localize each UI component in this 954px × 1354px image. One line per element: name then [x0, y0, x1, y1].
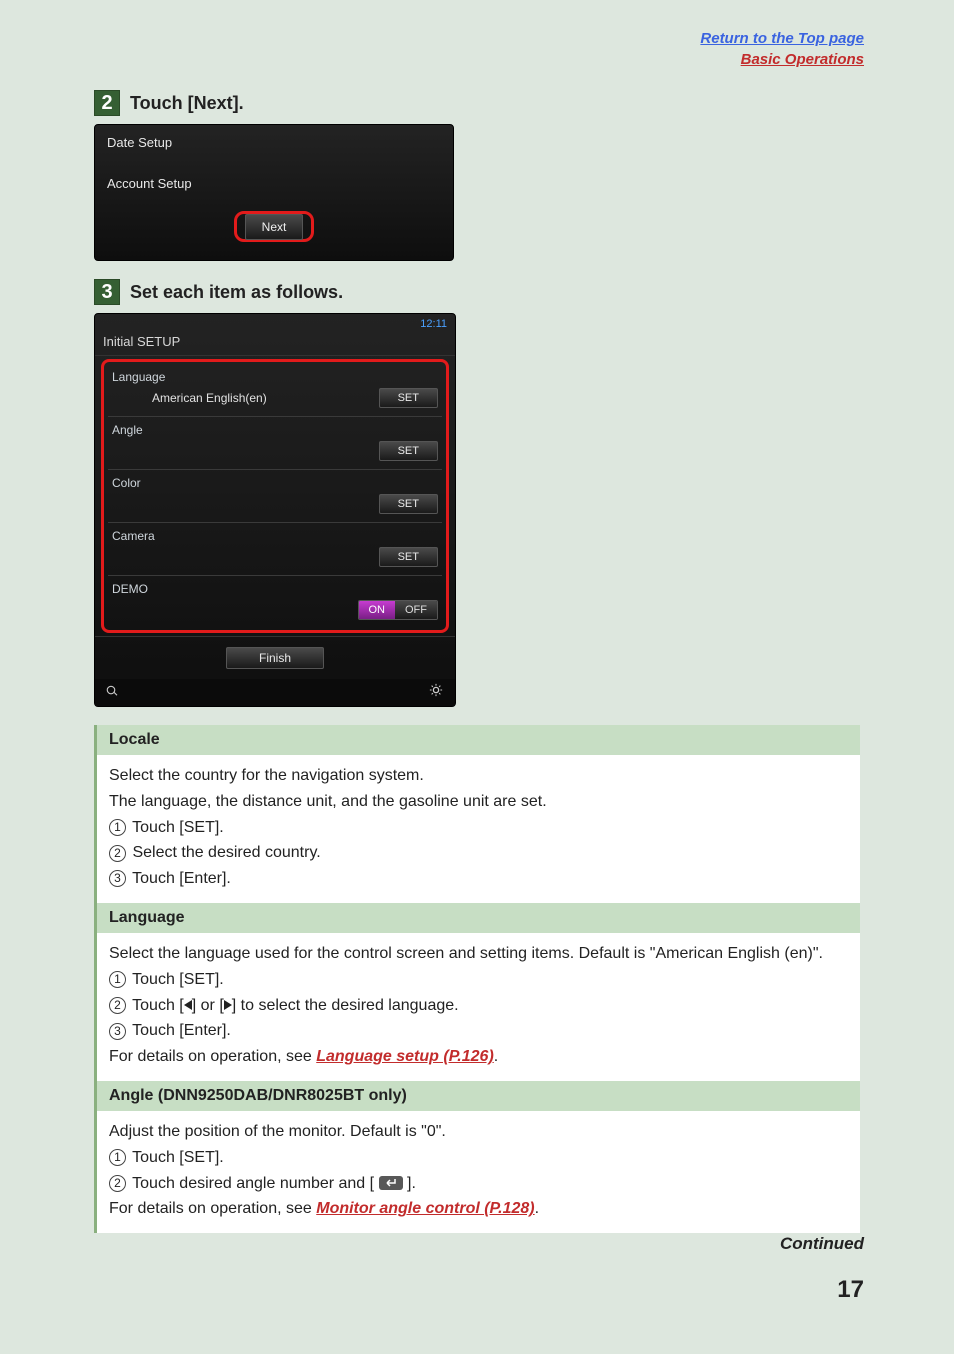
locale-line-1: Select the country for the navigation sy… — [109, 764, 848, 789]
list-item: Camera SET — [108, 522, 442, 571]
language-line-1: Select the language used for the control… — [109, 942, 848, 967]
step-3-number: 3 — [94, 279, 120, 305]
finish-button[interactable]: Finish — [226, 647, 324, 669]
list-item: DEMO ON OFF — [108, 575, 442, 624]
item-label-demo: DEMO — [108, 580, 442, 598]
language-details: For details on operation, see Language s… — [109, 1045, 848, 1070]
item-label-angle: Angle — [108, 421, 442, 439]
screenshot-step-3: 12:11 Initial SETUP Language American En… — [94, 313, 456, 707]
step-3-text: Set each item as follows. — [130, 282, 343, 303]
step-3-heading: 3 Set each item as follows. — [94, 279, 860, 305]
left-arrow-icon — [184, 1000, 192, 1010]
shot1-date-setup-label: Date Setup — [107, 135, 441, 150]
next-button[interactable]: Next — [245, 214, 304, 240]
list-item: Language American English(en) SET — [108, 364, 442, 412]
list-item: Angle SET — [108, 416, 442, 465]
return-top-link[interactable]: Return to the Top page — [700, 30, 864, 47]
locale-step-1: 1 Touch [SET]. — [109, 816, 848, 841]
demo-toggle[interactable]: ON OFF — [358, 600, 439, 620]
basic-operations-link[interactable]: Basic Operations — [741, 51, 864, 68]
continued-label: Continued — [0, 1234, 954, 1254]
magnifier-icon — [105, 683, 123, 700]
angle-header: Angle (DNN9250DAB/DNR8025BT only) — [97, 1081, 860, 1111]
monitor-angle-link[interactable]: Monitor angle control (P.128) — [316, 1200, 534, 1217]
set-button-angle[interactable]: SET — [379, 441, 438, 461]
item-label-language: Language — [108, 368, 442, 386]
demo-off-option[interactable]: OFF — [395, 601, 437, 619]
screenshot-step-2: Date Setup Account Setup Next — [94, 124, 454, 261]
highlight-next-outline: Next — [234, 211, 315, 242]
shot2-title: Initial SETUP — [95, 332, 455, 356]
demo-on-option[interactable]: ON — [359, 601, 396, 619]
locale-step-2: 2 Select the desired country. — [109, 841, 848, 866]
language-step-1: 1 Touch [SET]. — [109, 968, 848, 993]
step-2-heading: 2 Touch [Next]. — [94, 90, 860, 116]
angle-step-2: 2 Touch desired angle number and [ ]. — [109, 1172, 848, 1197]
angle-step-1: 1 Touch [SET]. — [109, 1146, 848, 1171]
item-label-camera: Camera — [108, 527, 442, 545]
language-step-2: 2 Touch [] or [] to select the desired l… — [109, 994, 848, 1019]
list-item: Color SET — [108, 469, 442, 518]
angle-line-1: Adjust the position of the monitor. Defa… — [109, 1120, 848, 1145]
shot1-account-setup-label: Account Setup — [107, 176, 441, 191]
locale-step-3: 3 Touch [Enter]. — [109, 867, 848, 892]
step-2-text: Touch [Next]. — [130, 93, 244, 114]
step-2-number: 2 — [94, 90, 120, 116]
locale-header: Locale — [97, 725, 860, 755]
language-setup-link[interactable]: Language setup (P.126) — [316, 1048, 494, 1065]
top-links: Return to the Top page Basic Operations — [0, 0, 954, 70]
gear-icon — [427, 683, 445, 700]
language-step-3: 3 Touch [Enter]. — [109, 1019, 848, 1044]
item-label-color: Color — [108, 474, 442, 492]
language-header: Language — [97, 903, 860, 933]
item-value-language: American English(en) — [112, 391, 267, 405]
return-icon — [379, 1176, 403, 1190]
locale-line-2: The language, the distance unit, and the… — [109, 790, 848, 815]
set-button-color[interactable]: SET — [379, 494, 438, 514]
highlight-list-outline: Language American English(en) SET Angle … — [101, 359, 449, 633]
description-box: Locale Select the country for the naviga… — [94, 725, 860, 1233]
set-button-language[interactable]: SET — [379, 388, 438, 408]
angle-details: For details on operation, see Monitor an… — [109, 1197, 848, 1222]
page-number: 17 — [0, 1276, 954, 1304]
shot2-clock: 12:11 — [95, 314, 455, 332]
right-arrow-icon — [224, 1000, 232, 1010]
set-button-camera[interactable]: SET — [379, 547, 438, 567]
